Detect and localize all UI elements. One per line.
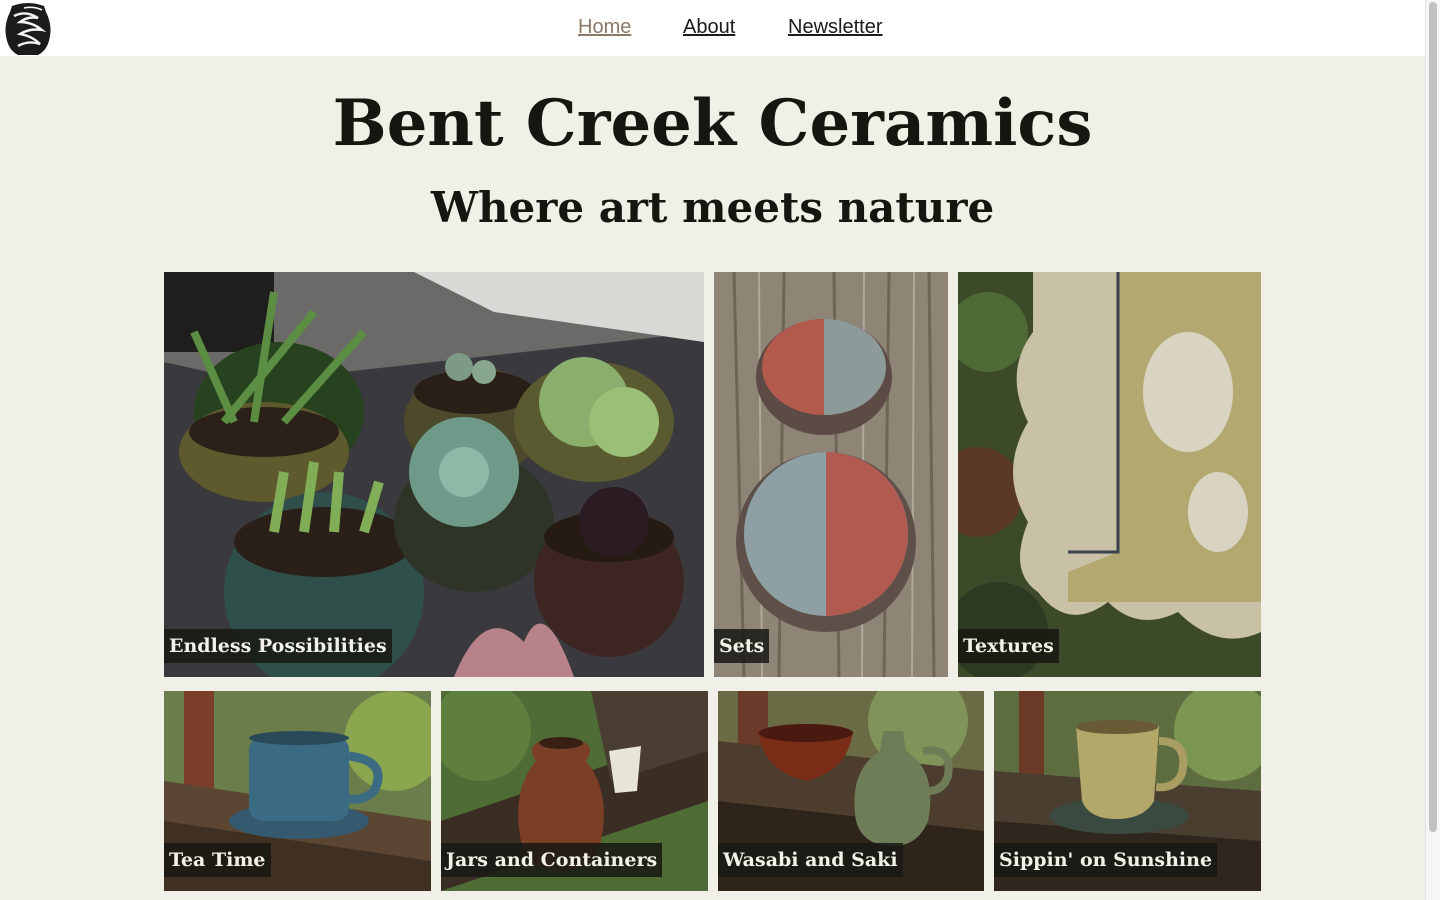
nav-link-home[interactable]: Home: [578, 16, 631, 39]
gallery-tile-sets[interactable]: Sets: [714, 272, 948, 677]
gallery-tile-textures[interactable]: Textures: [958, 272, 1261, 677]
tile-label: Wasabi and Saki: [718, 843, 903, 877]
scrollbar-thumb[interactable]: [1429, 2, 1437, 832]
gallery-tile-tea-time[interactable]: Tea Time: [164, 691, 431, 891]
page-title: Bent Creek Ceramics: [332, 86, 1093, 161]
tile-label: Sets: [714, 629, 770, 663]
vertical-scrollbar[interactable]: [1425, 0, 1440, 900]
textured-plate-photo: [958, 272, 1261, 677]
main-nav: Home About Newsletter: [0, 0, 1425, 56]
gallery-tile-wasabi-and-saki[interactable]: Wasabi and Saki: [718, 691, 984, 891]
nav-link-about[interactable]: About: [683, 16, 735, 39]
gallery-tile-endless-possibilities[interactable]: Endless Possibilities: [164, 272, 704, 677]
succulent-pots-photo: [164, 272, 704, 677]
tile-label: Endless Possibilities: [164, 629, 392, 663]
tile-label: Tea Time: [164, 843, 271, 877]
gallery-tile-jars-and-containers[interactable]: Jars and Containers: [441, 691, 708, 891]
top-nav-bar: Home About Newsletter: [0, 0, 1425, 56]
tile-label: Jars and Containers: [441, 843, 663, 877]
bowls-set-photo: [714, 272, 948, 677]
nav-link-newsletter[interactable]: Newsletter: [788, 16, 882, 39]
tile-label: Sippin' on Sunshine: [994, 843, 1218, 877]
gallery-tile-sippin-on-sunshine[interactable]: Sippin' on Sunshine: [994, 691, 1261, 891]
tile-label: Textures: [958, 629, 1059, 663]
page-subtitle: Where art meets nature: [430, 183, 995, 232]
